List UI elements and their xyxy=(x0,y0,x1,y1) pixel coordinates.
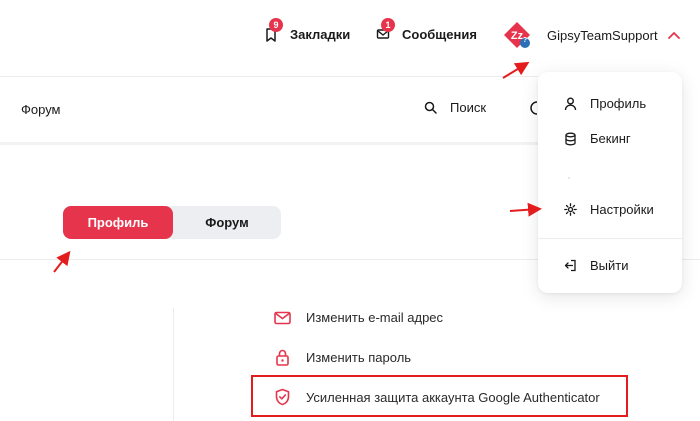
menu-item-backing[interactable]: Бекинг xyxy=(564,131,631,146)
top-bar: 9 Закладки 1 Сообщения Zz ? GipsyTeamSup… xyxy=(0,0,700,76)
messages-label: Сообщения xyxy=(402,26,477,42)
menu-item-settings[interactable]: Настройки xyxy=(564,202,654,217)
menu-item-settings-label: Настройки xyxy=(590,202,654,217)
change-email-label: Изменить e-mail адрес xyxy=(306,310,444,325)
change-password-link[interactable]: Изменить пароль xyxy=(274,348,411,366)
gear-icon xyxy=(564,203,577,216)
arrow-to-profile-tab xyxy=(53,250,71,273)
annotation-highlight-box xyxy=(251,375,628,417)
mail-icon xyxy=(274,311,291,324)
user-menu-toggle[interactable]: Zz ? GipsyTeamSupport xyxy=(503,20,680,50)
user-dropdown-menu: Профиль Бекинг Настройки Выйти xyxy=(538,72,682,293)
nav-forum-link[interactable]: Форум xyxy=(21,102,61,117)
column-divider xyxy=(173,308,174,421)
user-icon xyxy=(564,97,577,110)
arrow-to-settings xyxy=(509,202,542,217)
bookmarks-label: Закладки xyxy=(290,26,351,42)
lock-icon xyxy=(276,349,289,366)
username: GipsyTeamSupport xyxy=(547,27,658,43)
menu-item-profile-label: Профиль xyxy=(590,96,647,111)
messages-badge: 1 xyxy=(381,18,395,32)
search-icon xyxy=(424,101,437,114)
logout-icon xyxy=(564,259,576,272)
profile-tabs: Профиль Форум xyxy=(63,206,281,239)
change-password-label: Изменить пароль xyxy=(306,349,412,365)
chevron-up-icon xyxy=(667,26,680,44)
menu-hidden-item-dot xyxy=(568,177,570,179)
menu-item-backing-label: Бекинг xyxy=(590,131,631,146)
nav-divider xyxy=(0,142,538,145)
bookmarks-badge: 9 xyxy=(269,18,283,32)
bookmarks-link[interactable]: 9 Закладки xyxy=(264,18,351,46)
menu-item-logout-label: Выйти xyxy=(590,258,629,273)
coins-icon xyxy=(565,132,576,145)
avatar-help-badge: ? xyxy=(522,37,528,44)
header-divider xyxy=(0,76,538,77)
menu-separator xyxy=(538,238,682,239)
menu-item-logout[interactable]: Выйти xyxy=(564,258,629,273)
tab-forum[interactable]: Форум xyxy=(173,206,281,239)
tab-profile[interactable]: Профиль xyxy=(63,206,173,239)
messages-link[interactable]: 1 Сообщения xyxy=(376,18,477,46)
nav-search-label: Поиск xyxy=(450,100,487,115)
menu-item-profile[interactable]: Профиль xyxy=(564,96,646,111)
change-email-link[interactable]: Изменить e-mail адрес xyxy=(274,310,443,325)
envelope-icon: 1 xyxy=(376,18,395,41)
nav-search-button[interactable]: Поиск xyxy=(424,100,486,115)
avatar: Zz ? xyxy=(503,21,531,49)
bookmark-icon: 9 xyxy=(264,18,283,42)
